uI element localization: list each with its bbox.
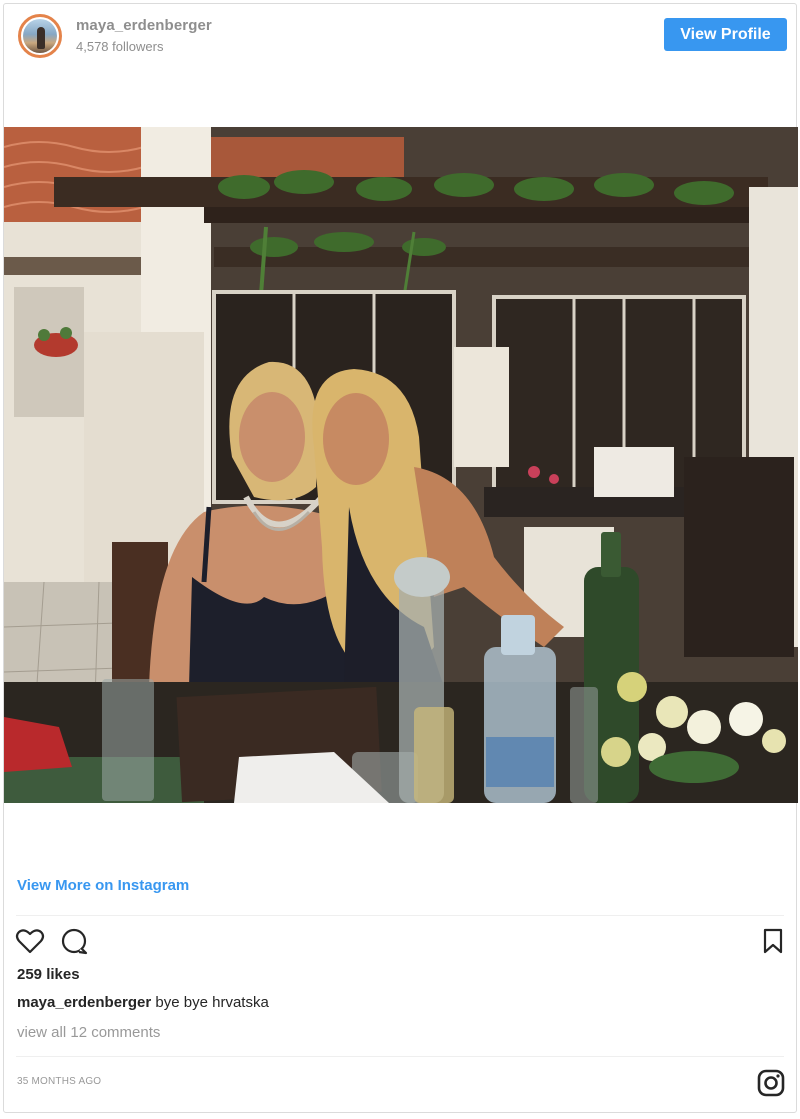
caption-text: bye bye hrvatska [155, 994, 269, 1011]
instagram-embed-card: maya_erdenberger 4,578 followers View Pr… [3, 3, 798, 1113]
post-photo-illustration [4, 127, 798, 803]
caption-username[interactable]: maya_erdenberger [17, 994, 151, 1011]
post-header: maya_erdenberger 4,578 followers View Pr… [4, 4, 796, 72]
post-timestamp: 35 MONTHS AGO [17, 1076, 102, 1087]
heart-icon[interactable] [15, 926, 45, 956]
view-profile-button[interactable]: View Profile [664, 18, 787, 51]
instagram-logo-icon[interactable] [756, 1068, 786, 1098]
divider [16, 915, 784, 916]
divider [16, 1056, 784, 1057]
avatar[interactable] [18, 14, 62, 58]
comment-icon[interactable] [59, 926, 89, 956]
bookmark-icon[interactable] [758, 926, 788, 956]
view-more-link[interactable]: View More on Instagram [17, 877, 189, 894]
like-count[interactable]: 259 likes [17, 966, 80, 983]
follower-count: 4,578 followers [76, 39, 164, 54]
avatar-image [23, 19, 57, 53]
username-link[interactable]: maya_erdenberger [76, 17, 212, 34]
post-photo[interactable] [4, 127, 798, 803]
post-caption: maya_erdenberger bye bye hrvatska [17, 994, 269, 1011]
view-comments-link[interactable]: view all 12 comments [17, 1024, 160, 1041]
